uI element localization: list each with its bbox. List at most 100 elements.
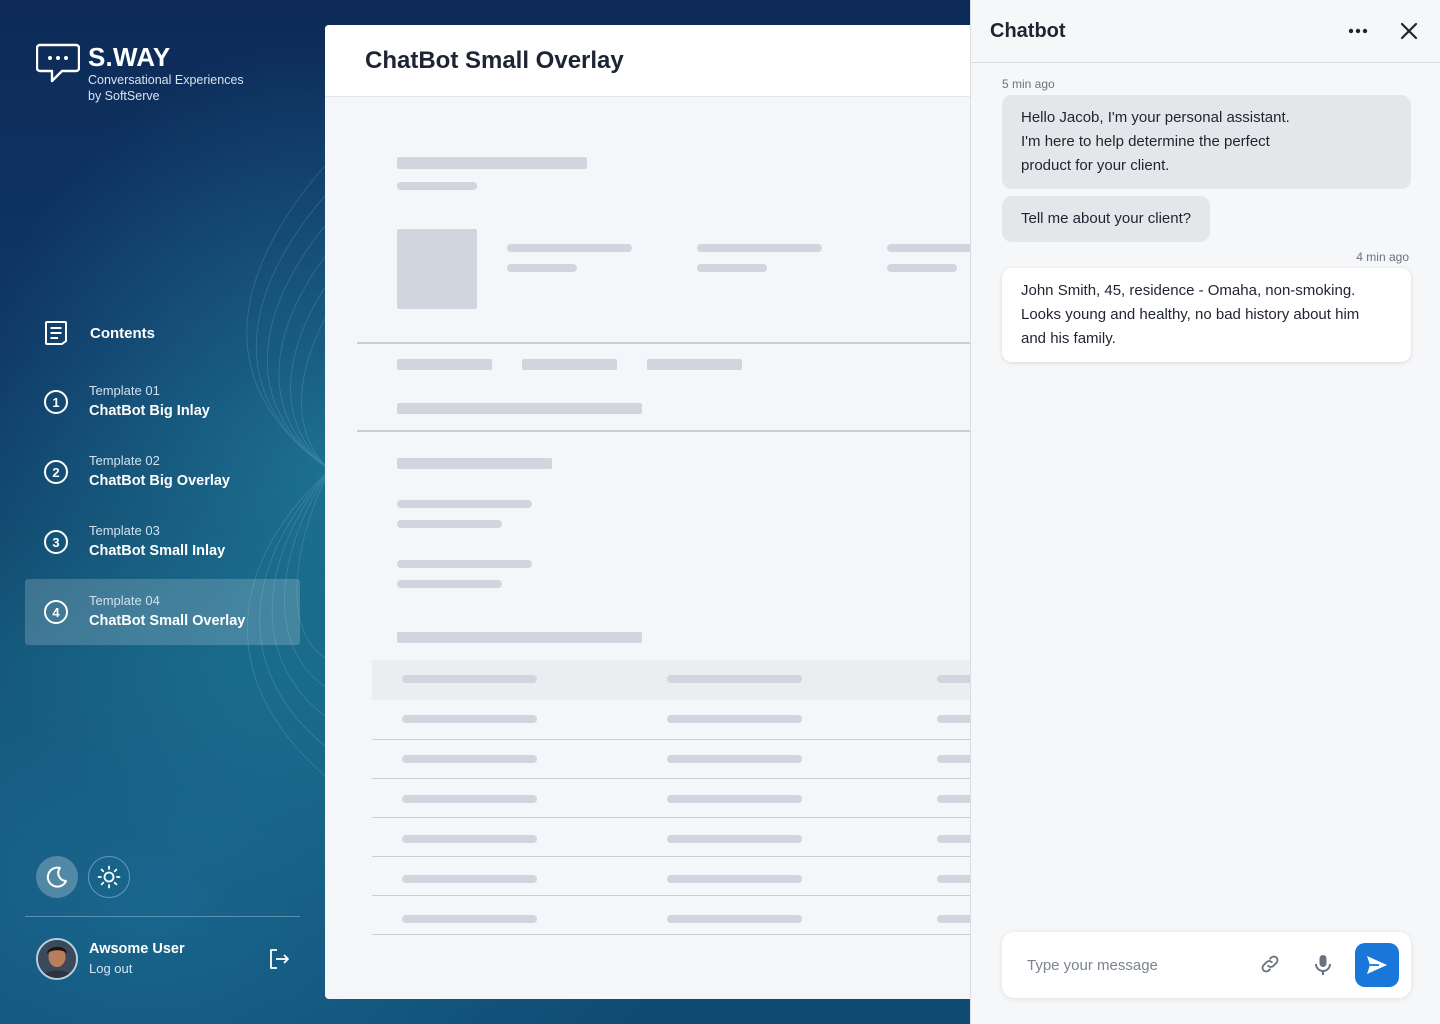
nav-item-caption: Template 04 (89, 593, 160, 608)
logout-link[interactable]: Log out (89, 959, 185, 979)
more-options-icon[interactable] (1348, 20, 1368, 42)
skeleton-line (397, 500, 532, 508)
microphone-icon[interactable] (1312, 953, 1334, 977)
skeleton-tab[interactable] (647, 359, 742, 370)
message-line: John Smith, 45, residence - Omaha, non-s… (1021, 282, 1356, 299)
send-arrow-icon (1367, 956, 1387, 974)
message-input[interactable] (1014, 950, 1234, 980)
number-1-icon: 1 (44, 390, 68, 414)
message-line: product for your client. (1021, 157, 1170, 174)
skeleton-table-title (397, 632, 642, 643)
brand-subtitle-line1: Conversational Experiences (88, 73, 244, 87)
message-line: and his family. (1021, 330, 1116, 347)
sun-icon (97, 865, 121, 889)
contents-header: Contents (44, 320, 155, 346)
number-2-icon: 2 (44, 460, 68, 484)
bot-message: Hello Jacob, I'm your personal assistant… (1002, 95, 1411, 189)
message-timestamp: 5 min ago (1002, 77, 1055, 91)
user-name: Awsome User (89, 941, 185, 957)
skeleton-cell (402, 835, 537, 843)
nav-item-label: ChatBot Big Inlay (89, 403, 210, 419)
skeleton-line (697, 244, 822, 252)
nav-item-caption: Template 02 (89, 453, 160, 468)
sidebar-divider (25, 916, 300, 917)
nav-item-template-04[interactable]: 4 Template 04 ChatBot Small Overlay (25, 579, 300, 645)
user-profile: Awsome User Log out (36, 938, 300, 980)
chat-title: Chatbot (990, 19, 1066, 42)
light-theme-button[interactable] (88, 856, 130, 898)
brand-logo[interactable]: S.WAY Conversational Experiences by Soft… (36, 42, 244, 104)
user-message: John Smith, 45, residence - Omaha, non-s… (1002, 268, 1411, 362)
chatbot-panel: Chatbot 5 min ago Hello Jacob, I'm your … (970, 0, 1440, 1024)
page-title: ChatBot Small Overlay (365, 46, 624, 74)
skeleton-line (507, 264, 577, 272)
section-divider (357, 342, 1025, 344)
document-list-icon (45, 321, 67, 345)
template-nav: 1 Template 01 ChatBot Big Inlay 2 Templa… (25, 369, 300, 649)
skeleton-cell (402, 915, 537, 923)
table-row-divider (372, 817, 1025, 818)
skeleton-cell (667, 835, 802, 843)
nav-item-label: ChatBot Small Overlay (89, 613, 246, 629)
skeleton-line (397, 560, 532, 568)
skeleton-cell (667, 875, 802, 883)
table-row-divider (372, 778, 1025, 779)
message-composer (1002, 932, 1411, 998)
skeleton-cell (667, 755, 802, 763)
skeleton-cell (402, 875, 537, 883)
sidebar: S.WAY Conversational Experiences by Soft… (0, 0, 325, 1024)
skeleton-line (887, 264, 957, 272)
skeleton-cell (667, 795, 802, 803)
skeleton-subheading (397, 182, 477, 190)
skeleton-line (397, 403, 642, 414)
chat-bubble-logo-icon (36, 43, 80, 83)
table-row-divider (372, 739, 1025, 740)
nav-item-caption: Template 01 (89, 383, 160, 398)
brand-subtitle-line2: by SoftServe (88, 89, 160, 103)
nav-item-caption: Template 03 (89, 523, 160, 538)
skeleton-image (397, 229, 477, 309)
dark-theme-button[interactable] (36, 856, 78, 898)
number-3-icon: 3 (44, 530, 68, 554)
main-header: ChatBot Small Overlay (325, 25, 1025, 97)
number-4-icon: 4 (44, 600, 68, 624)
skeleton-heading (397, 157, 587, 169)
skeleton-cell (667, 675, 802, 683)
close-icon[interactable] (1398, 20, 1420, 42)
message-line: Hello Jacob, I'm your personal assistant… (1021, 109, 1290, 126)
skeleton-line (397, 580, 502, 588)
skeleton-tab[interactable] (397, 359, 492, 370)
logout-icon[interactable] (268, 948, 290, 970)
section-divider (357, 430, 1025, 432)
skeleton-line (507, 244, 632, 252)
skeleton-cell (402, 795, 537, 803)
bot-message: Tell me about your client? (1002, 196, 1211, 242)
skeleton-cell (667, 915, 802, 923)
message-line: Looks young and healthy, no bad history … (1021, 306, 1360, 323)
skeleton-cell (402, 675, 537, 683)
avatar[interactable] (36, 938, 78, 980)
message-line: Tell me about your client? (1021, 210, 1192, 227)
skeleton-cell (402, 755, 537, 763)
nav-item-template-03[interactable]: 3 Template 03 ChatBot Small Inlay (25, 509, 300, 575)
nav-item-label: ChatBot Big Overlay (89, 473, 230, 489)
moon-icon (46, 866, 67, 888)
send-button[interactable] (1355, 943, 1399, 987)
contents-label: Contents (90, 324, 155, 342)
message-line: I'm here to help determine the perfect (1021, 133, 1270, 150)
nav-item-label: ChatBot Small Inlay (89, 543, 226, 559)
table-row-divider (372, 895, 1025, 896)
skeleton-heading (397, 458, 552, 469)
skeleton-tab[interactable] (522, 359, 617, 370)
theme-toggle (36, 856, 130, 898)
nav-item-template-01[interactable]: 1 Template 01 ChatBot Big Inlay (25, 369, 300, 435)
table-row-divider (372, 934, 1025, 935)
skeleton-cell (402, 715, 537, 723)
attachment-link-icon[interactable] (1259, 953, 1281, 975)
skeleton-line (397, 520, 502, 528)
table-row-divider (372, 856, 1025, 857)
nav-item-template-02[interactable]: 2 Template 02 ChatBot Big Overlay (25, 439, 300, 505)
skeleton-line (697, 264, 767, 272)
main-content: ChatBot Small Overlay (325, 25, 1025, 999)
skeleton-cell (667, 715, 802, 723)
